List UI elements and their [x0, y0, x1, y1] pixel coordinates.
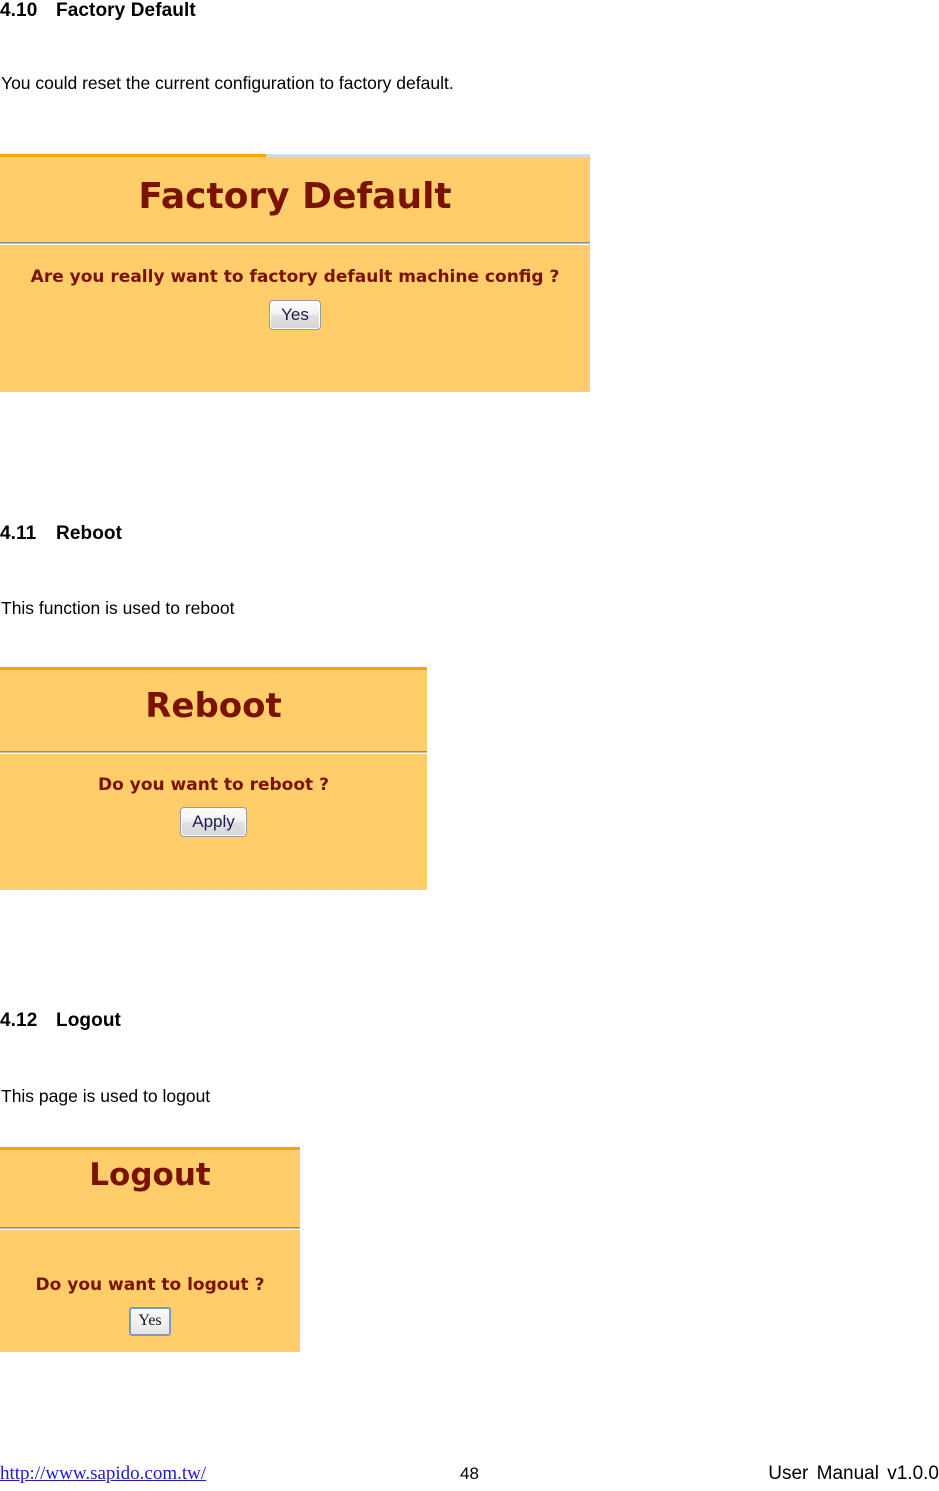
panel-top-accent-bar	[0, 154, 266, 157]
section-heading-4-12: 4.12 Logout	[0, 1010, 121, 1032]
footer-manual-version: User Manual v1.0.0	[768, 1463, 939, 1484]
factory-default-yes-button[interactable]: Yes	[269, 300, 321, 330]
section-number: 4.11	[0, 523, 37, 544]
panel-divider	[0, 1227, 300, 1230]
section-title: Factory Default	[56, 0, 196, 21]
factory-default-screenshot: Factory Default Are you really want to f…	[0, 154, 590, 392]
panel-top-accent-bar	[0, 1147, 300, 1150]
section-title: Reboot	[56, 523, 123, 544]
panel-question-text: Are you really want to factory default m…	[30, 267, 560, 287]
panel-title: Logout	[89, 1157, 211, 1193]
manual-page: 4.10 Factory Default You could reset the …	[0, 0, 939, 1491]
section-description-4-11: This function is used to reboot	[1, 598, 235, 618]
panel-divider	[0, 751, 427, 754]
panel-title: Reboot	[145, 686, 282, 726]
section-description-4-10: You could reset the current configuratio…	[1, 73, 454, 93]
section-number: 4.10	[0, 0, 38, 21]
logout-yes-button[interactable]: Yes	[129, 1307, 171, 1336]
panel-button-row: Yes	[0, 1307, 300, 1336]
panel-button-row: Apply	[0, 807, 427, 837]
section-heading-4-11: 4.11 Reboot	[0, 523, 122, 545]
panel-top-edge	[266, 154, 590, 157]
section-number: 4.12	[0, 1010, 38, 1031]
section-heading-4-10: 4.10 Factory Default	[0, 0, 196, 22]
logout-screenshot: Logout Do you want to logout ? Yes	[0, 1147, 300, 1352]
reboot-apply-button[interactable]: Apply	[180, 807, 247, 837]
page-footer: http://www.sapido.com.tw/ 48 User Manual…	[0, 1447, 939, 1491]
section-title: Logout	[56, 1010, 121, 1031]
panel-button-row: Yes	[0, 300, 590, 330]
reboot-screenshot: Reboot Do you want to reboot ? Apply	[0, 667, 427, 890]
section-description-4-12: This page is used to logout	[1, 1086, 211, 1106]
panel-question-text: Do you want to logout ?	[35, 1275, 265, 1295]
panel-question-text: Do you want to reboot ?	[98, 775, 329, 795]
panel-top-accent-bar	[0, 667, 427, 670]
panel-divider	[0, 242, 590, 245]
panel-title: Factory Default	[138, 176, 452, 217]
